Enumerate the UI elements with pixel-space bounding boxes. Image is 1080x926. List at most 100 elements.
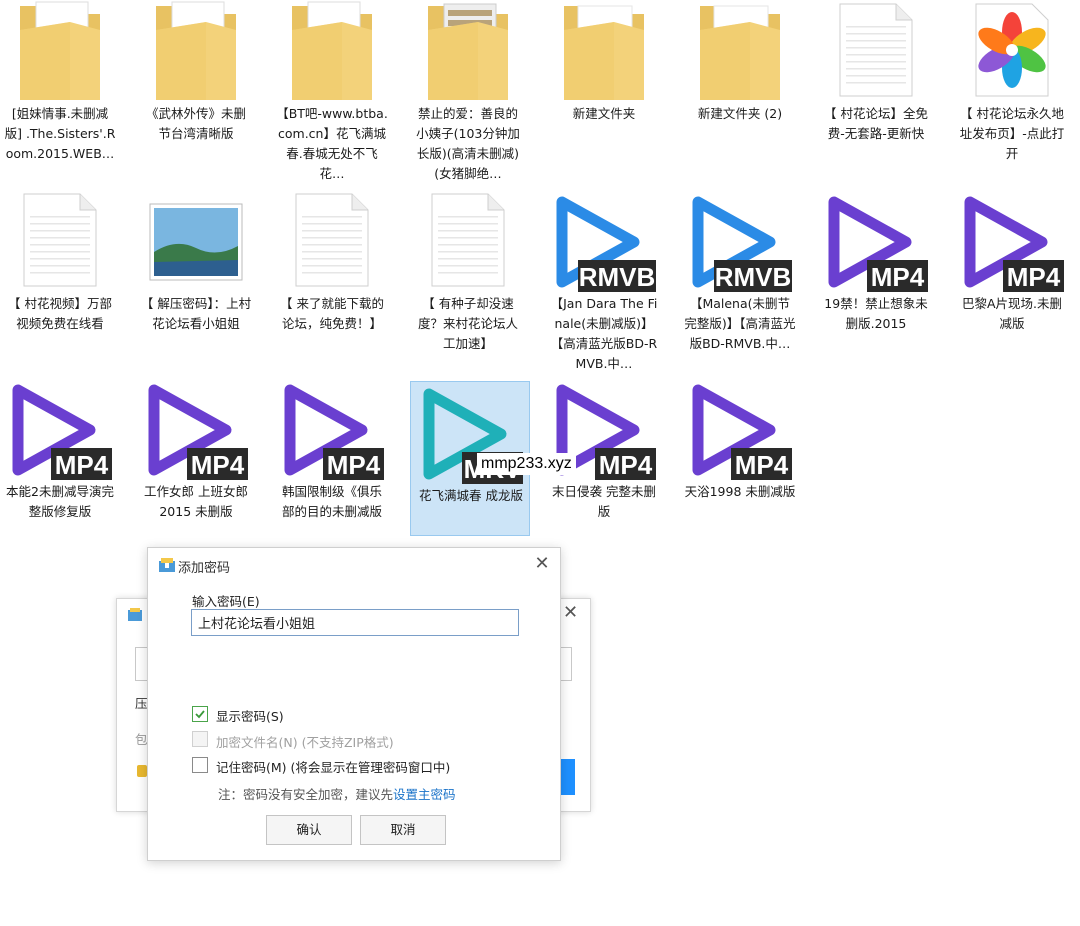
folder-icon [700, 5, 780, 100]
svg-text:RMVB: RMVB [715, 262, 792, 292]
file-item[interactable]: 新建文件夹 [544, 0, 664, 180]
svg-text:MP4: MP4 [1007, 262, 1061, 292]
password-input[interactable] [191, 609, 519, 636]
file-name: 巴黎A片现场.未删减版 [961, 296, 1063, 331]
file-icon-box [0, 0, 120, 104]
video-file-icon: RMVB [692, 196, 792, 292]
video-file-icon: MP4 [692, 384, 792, 480]
file-icon-box: MP4 [0, 378, 120, 482]
folder-icon [156, 1, 236, 100]
document-icon [295, 193, 369, 287]
svg-text:MP4: MP4 [735, 450, 789, 480]
note-text: 注：密码没有安全加密，建议先 [218, 787, 394, 802]
file-item[interactable]: 【 村花论坛】全免费-无套路-更新快 [816, 0, 936, 180]
ok-button[interactable]: 确认 [266, 815, 352, 845]
file-name: 【BT吧-www.btba.com.cn】花飞满城春.春城无处不飞花… [276, 106, 388, 181]
file-item[interactable]: MP4 本能2未删减导演完整版修复版 [0, 378, 120, 558]
close-icon[interactable]: ✕ [563, 602, 578, 623]
file-name: 【Malena(未删节完整版)】【高清蓝光版BD-RMVB.中… [684, 296, 796, 351]
file-name: 【 来了就能下载的论坛，纯免费！】 [280, 296, 384, 331]
folder-icon [428, 3, 508, 100]
file-name: 禁止的爱：善良的小姨子(103分钟加长版)(高清未删减)(女猪脚绝… [416, 106, 520, 181]
file-name: 【 村花视频】万部视频免费在线看 [8, 296, 112, 331]
video-file-icon: MP4 [12, 384, 112, 480]
file-name: 花飞满城春 成龙版 [419, 488, 523, 503]
encrypt-filenames-checkbox[interactable] [192, 731, 208, 747]
video-file-icon: MP4 [148, 384, 248, 480]
file-item[interactable]: MP4 19禁！禁止想象未删版.2015 [816, 190, 936, 370]
password-label: 输入密码(E) [192, 594, 260, 609]
file-item[interactable]: 【 村花论坛永久地址发布页】-点此打开 [952, 0, 1072, 180]
file-item[interactable]: [姐妹情事.未删减版] .The.Sisters'.Room.2015.WEB… [0, 0, 120, 180]
file-name: 【Jan Dara The Finale(未删减版)】【高清蓝光版BD-RMVB… [550, 296, 658, 371]
file-item[interactable]: MP4 工作女郎 上班女郎 2015 未删版 [136, 378, 256, 558]
file-name: 天浴1998 未删减版 [684, 484, 796, 499]
close-icon[interactable]: ✕ [531, 553, 553, 575]
file-icon-box [408, 190, 528, 294]
file-item[interactable]: 【 有种子却没速度？来村花论坛人工加速】 [408, 190, 528, 370]
file-name: 【 解压密码】：上村花论坛看小姐姐 [140, 296, 252, 331]
lock-icon [137, 765, 147, 777]
file-name: 【 村花论坛】全免费-无套路-更新快 [824, 106, 928, 141]
file-icon-box [544, 0, 664, 104]
remember-password-checkbox[interactable] [192, 757, 208, 773]
checkmark-icon [195, 710, 205, 719]
file-item[interactable]: 【 来了就能下载的论坛，纯免费！】 [272, 190, 392, 370]
video-file-icon: MP4 [964, 196, 1064, 292]
image-file-icon [149, 203, 243, 281]
file-name: 19禁！禁止想象未删版.2015 [824, 296, 928, 331]
file-name: 【 村花论坛永久地址发布页】-点此打开 [959, 106, 1065, 161]
compress-label: 压 [135, 696, 148, 711]
file-item[interactable]: 【 村花视频】万部视频免费在线看 [0, 190, 120, 370]
show-password-label[interactable]: 显示密码(S) [216, 706, 284, 725]
folder-icon [292, 1, 372, 100]
file-icon-box: RMVB [544, 190, 664, 294]
file-name: 末日侵袭 完整未删版 [552, 484, 656, 519]
document-icon [23, 193, 97, 287]
file-icon-box [408, 0, 528, 104]
file-item[interactable]: 【 解压密码】：上村花论坛看小姐姐 [136, 190, 256, 370]
app-icon [975, 3, 1049, 97]
file-item[interactable]: MP4 巴黎A片现场.未删减版 [952, 190, 1072, 370]
file-item[interactable]: 《武林外传》未删节台湾清晰版 [136, 0, 256, 180]
file-item[interactable]: MP4 天浴1998 未删减版 [680, 378, 800, 558]
encrypt-filenames-label[interactable]: 加密文件名(N) (不支持ZIP格式) [216, 732, 394, 751]
add-password-dialog: 添加密码 ✕ 输入密码(E) 显示密码(S) 加密文件名(N) (不支持ZIP格… [147, 547, 561, 861]
svg-text:MP4: MP4 [55, 450, 109, 480]
file-icon-box: MP4 [680, 378, 800, 482]
watermark-text: mmp233.xyz [477, 453, 576, 475]
cancel-button[interactable]: 取消 [360, 815, 446, 845]
video-file-icon: MP4 [284, 384, 384, 480]
archive-icon [159, 558, 175, 572]
show-password-checkbox[interactable] [192, 706, 208, 722]
file-name: 新建文件夹 [572, 106, 636, 121]
document-icon [431, 193, 505, 287]
archive-icon [128, 608, 142, 621]
set-master-password-link[interactable]: 设置主密码 [393, 787, 456, 802]
video-file-icon: RMVB [556, 196, 656, 292]
file-name: 新建文件夹 (2) [697, 106, 783, 121]
file-item[interactable]: RMVB 【Jan Dara The Finale(未删减版)】【高清蓝光版BD-… [544, 190, 664, 371]
file-icon-box [952, 0, 1072, 104]
file-item[interactable]: 【BT吧-www.btba.com.cn】花飞满城春.春城无处不飞花… [272, 0, 392, 181]
file-item[interactable]: 禁止的爱：善良的小姨子(103分钟加长版)(高清未删减)(女猪脚绝… [408, 0, 528, 181]
folder-icon [20, 1, 100, 100]
file-icon-box: MP4 [136, 378, 256, 482]
svg-text:RMVB: RMVB [579, 262, 656, 292]
dialog-titlebar: 添加密码 ✕ [148, 548, 560, 582]
file-item[interactable]: RMVB 【Malena(未删节完整版)】【高清蓝光版BD-RMVB.中… [680, 190, 800, 370]
svg-text:MP4: MP4 [327, 450, 381, 480]
svg-text:MP4: MP4 [871, 262, 925, 292]
file-icon-box [136, 0, 256, 104]
file-icon-box: MP4 [952, 190, 1072, 294]
file-item[interactable]: MP4 韩国限制级《俱乐部的目的未删减版 [272, 378, 392, 558]
file-name: [姐妹情事.未删减版] .The.Sisters'.Room.2015.WEB… [4, 106, 116, 161]
dialog-title: 添加密码 [178, 561, 231, 576]
video-file-icon: MP4 [828, 196, 928, 292]
file-icon-box [272, 0, 392, 104]
svg-text:MP4: MP4 [599, 450, 653, 480]
file-item[interactable]: 新建文件夹 (2) [680, 0, 800, 180]
security-note: 注：密码没有安全加密，建议先设置主密码 [218, 784, 456, 803]
remember-password-label[interactable]: 记住密码(M) (将会显示在管理密码窗口中) [216, 757, 450, 776]
file-name: 韩国限制级《俱乐部的目的未删减版 [281, 484, 382, 519]
